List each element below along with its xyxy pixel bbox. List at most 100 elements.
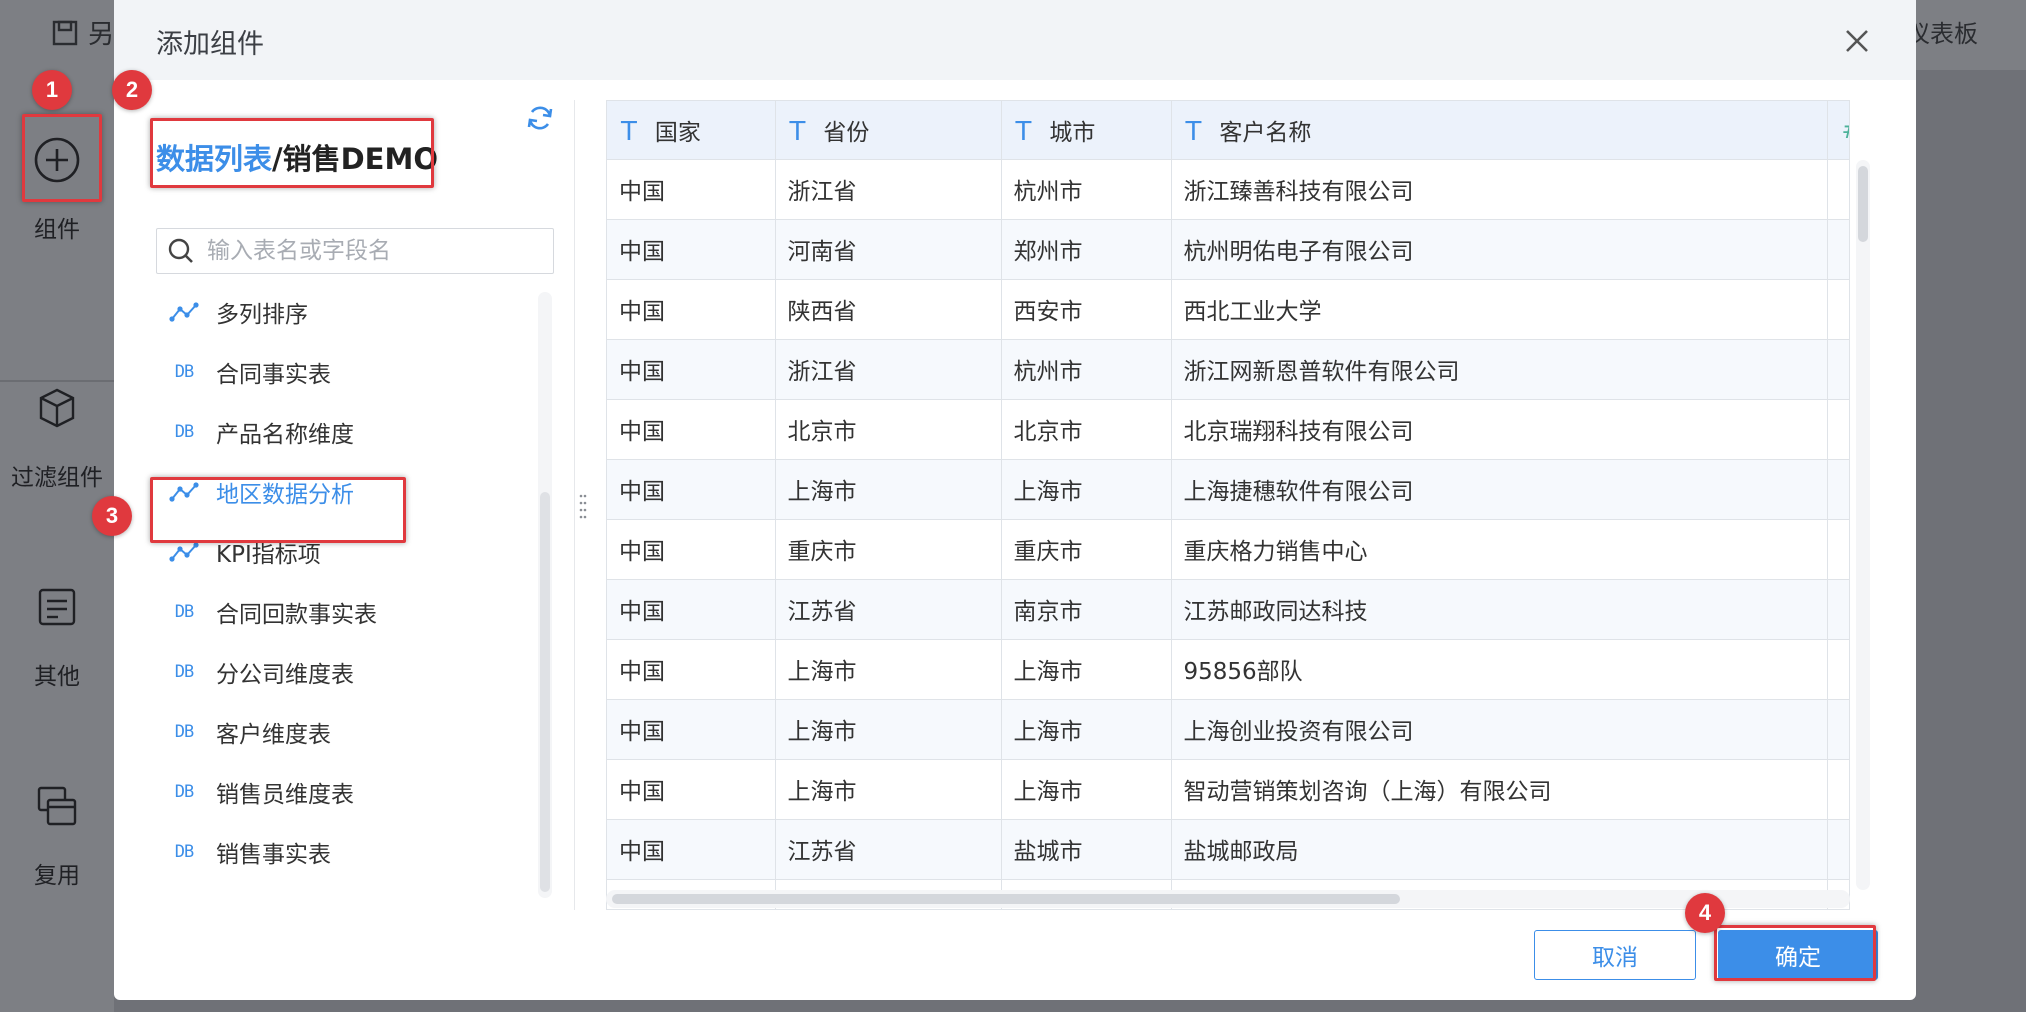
list-scrollbar-thumb[interactable] bbox=[540, 492, 550, 892]
table-cell bbox=[1827, 159, 1849, 220]
column-header-country[interactable]: T 国家 bbox=[607, 101, 776, 160]
table-row: 中国 上海市 上海市 95856部队 bbox=[607, 639, 1849, 700]
column-header-customer-name[interactable]: T 客户名称 bbox=[1171, 101, 1828, 160]
sidebar-label-component: 组件 bbox=[34, 217, 80, 243]
list-item-product-dimension[interactable]: DB 产品名称维度 bbox=[154, 408, 514, 456]
table-cell: 重庆市 bbox=[1001, 519, 1172, 580]
table-row: 中国 河南省 郑州市 杭州明佑电子有限公司 bbox=[607, 219, 1849, 280]
dashboard-label: 仪表板 bbox=[1906, 20, 1978, 48]
table-cell: 北京瑞翔科技有限公司 bbox=[1171, 399, 1828, 460]
list-item-label: 合同回款事实表 bbox=[216, 602, 377, 628]
table-cell bbox=[1827, 579, 1849, 640]
table-row: 中国 北京市 北京市 北京瑞翔科技有限公司 bbox=[607, 399, 1849, 460]
table-header-row: T 国家 T 省份 T 城市 T 客户名称 # bbox=[607, 101, 1849, 160]
list-item-label: 销售员维度表 bbox=[216, 782, 354, 808]
table-cell: 上海市 bbox=[775, 759, 1002, 820]
list-item-label: 产品名称维度 bbox=[216, 422, 354, 448]
sidebar-item-other[interactable]: 其他 bbox=[0, 575, 114, 691]
table-cell: 上海捷穗软件有限公司 bbox=[1171, 459, 1828, 520]
cancel-button[interactable]: 取消 bbox=[1534, 930, 1696, 980]
search-box[interactable] bbox=[156, 228, 554, 274]
table-cell: 郑州市 bbox=[1001, 219, 1172, 280]
refresh-icon[interactable] bbox=[524, 102, 556, 134]
table-row: 中国 江苏省 南京市 江苏邮政同达科技 bbox=[607, 579, 1849, 640]
table-cell: 南京市 bbox=[1001, 579, 1172, 640]
sidebar-item-filter[interactable]: 过滤组件 bbox=[0, 376, 114, 492]
highlight-box-breadcrumb bbox=[150, 118, 434, 188]
dialog-title: 添加组件 bbox=[156, 29, 264, 60]
table-cell bbox=[1827, 759, 1849, 820]
table-cell bbox=[1827, 459, 1849, 520]
note-icon bbox=[38, 588, 76, 626]
table-cell: 浙江臻善科技有限公司 bbox=[1171, 159, 1828, 220]
list-scrollbar[interactable] bbox=[538, 292, 552, 898]
table-cell: 上海市 bbox=[775, 699, 1002, 760]
column-header-numeric[interactable]: # bbox=[1827, 101, 1849, 160]
table-cell bbox=[1827, 519, 1849, 580]
list-item-salesperson-dimension[interactable]: DB 销售员维度表 bbox=[154, 768, 514, 816]
save-as-button[interactable]: 另 bbox=[50, 14, 114, 51]
highlight-box-confirm bbox=[1714, 925, 1876, 981]
table-horizontal-scrollbar[interactable] bbox=[606, 890, 1850, 908]
db-icon: DB bbox=[174, 722, 195, 742]
list-item-multi-sort[interactable]: 多列排序 bbox=[154, 288, 514, 336]
db-icon: DB bbox=[174, 602, 195, 622]
highlight-box-region-analysis bbox=[150, 477, 406, 543]
table-vertical-scrollbar[interactable] bbox=[1856, 160, 1870, 890]
search-input[interactable] bbox=[207, 238, 527, 264]
db-icon: DB bbox=[174, 422, 195, 442]
table-cell: 上海市 bbox=[1001, 699, 1172, 760]
table-row: 中国 上海市 上海市 上海捷穗软件有限公司 bbox=[607, 459, 1849, 520]
table-cell: 杭州市 bbox=[1001, 159, 1172, 220]
text-type-icon: T bbox=[789, 116, 806, 147]
table-row: 中国 重庆市 重庆市 重庆格力销售中心 bbox=[607, 519, 1849, 580]
table-vertical-scrollbar-thumb[interactable] bbox=[1858, 166, 1868, 242]
sidebar-item-reuse[interactable]: 复用 bbox=[0, 774, 114, 890]
table-cell bbox=[1827, 279, 1849, 340]
table-cell: 盐城市 bbox=[1001, 819, 1172, 880]
list-item-label: 分公司维度表 bbox=[216, 662, 354, 688]
table-cell bbox=[1827, 819, 1849, 880]
list-item-label: 客户维度表 bbox=[216, 722, 331, 748]
list-item-label: 合同事实表 bbox=[216, 362, 331, 388]
list-item-sales-fact[interactable]: DB 销售事实表 bbox=[154, 828, 514, 876]
table-cell: 杭州市 bbox=[1001, 339, 1172, 400]
table-cell: 中国 bbox=[607, 639, 776, 700]
sidebar-label-other: 其他 bbox=[34, 664, 80, 690]
list-item-customer-dimension[interactable]: DB 客户维度表 bbox=[154, 708, 514, 756]
list-item-label: 销售事实表 bbox=[216, 842, 331, 868]
table-cell bbox=[1827, 639, 1849, 700]
db-icon: DB bbox=[174, 362, 195, 382]
table-row: 中国 江苏省 盐城市 盐城邮政局 bbox=[607, 819, 1849, 880]
column-header-label: 城市 bbox=[1049, 119, 1096, 146]
table-cell: 江苏省 bbox=[775, 819, 1002, 880]
column-header-city[interactable]: T 城市 bbox=[1001, 101, 1172, 160]
list-item-contract-payment-fact[interactable]: DB 合同回款事实表 bbox=[154, 588, 514, 636]
list-item-branch-dimension[interactable]: DB 分公司维度表 bbox=[154, 648, 514, 696]
save-as-label: 另 bbox=[88, 20, 115, 50]
table-row: 中国 浙江省 杭州市 浙江臻善科技有限公司 bbox=[607, 159, 1849, 220]
table-row: 中国 上海市 上海市 智动营销策划咨询（上海）有限公司 bbox=[607, 759, 1849, 820]
table-cell bbox=[1827, 699, 1849, 760]
db-icon: DB bbox=[174, 842, 195, 862]
table-cell: 河南省 bbox=[775, 219, 1002, 280]
table-cell: 智动营销策划咨询（上海）有限公司 bbox=[1171, 759, 1828, 820]
list-item-contract-fact[interactable]: DB 合同事实表 bbox=[154, 348, 514, 396]
table-cell: 中国 bbox=[607, 279, 776, 340]
step-badge-2: 2 bbox=[112, 70, 152, 110]
dialog-header: 添加组件 bbox=[114, 0, 1916, 80]
close-icon[interactable] bbox=[1840, 24, 1874, 58]
table-cell: 盐城邮政局 bbox=[1171, 819, 1828, 880]
table-cell: 中国 bbox=[607, 399, 776, 460]
step-badge-3: 3 bbox=[92, 496, 132, 536]
save-icon bbox=[52, 20, 78, 45]
table-cell: 中国 bbox=[607, 699, 776, 760]
step-badge-1: 1 bbox=[32, 70, 72, 110]
table-horizontal-scrollbar-thumb[interactable] bbox=[612, 894, 1400, 904]
table-cell: 浙江网新恩普软件有限公司 bbox=[1171, 339, 1828, 400]
column-header-province[interactable]: T 省份 bbox=[775, 101, 1002, 160]
analysis-icon bbox=[169, 542, 199, 562]
table-cell: 江苏省 bbox=[775, 579, 1002, 640]
column-header-label: 省份 bbox=[823, 119, 870, 146]
drag-handle-icon[interactable] bbox=[578, 492, 588, 522]
